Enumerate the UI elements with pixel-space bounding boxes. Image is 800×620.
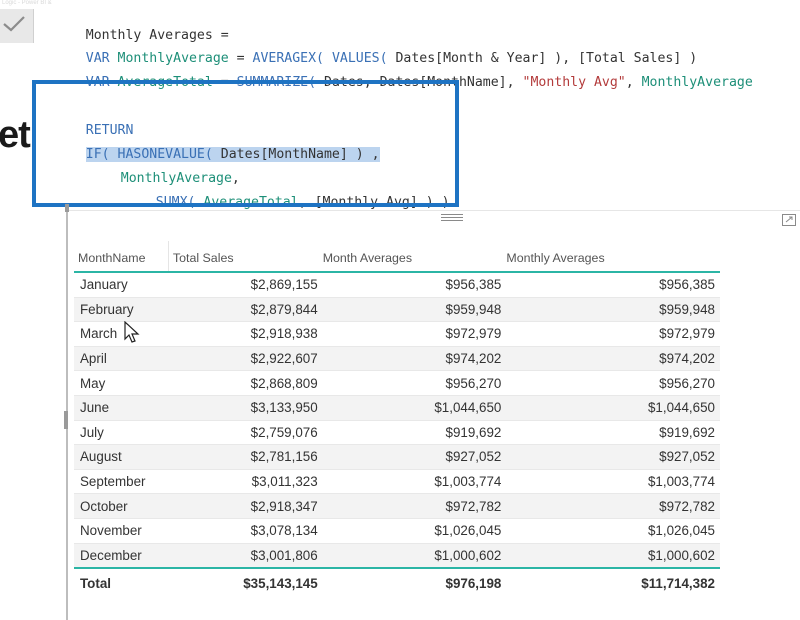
value-cell: $3,001,806	[168, 543, 323, 569]
value-cell: $2,918,347	[168, 493, 323, 519]
drag-grip-icon[interactable]	[441, 214, 463, 222]
value-cell: $1,026,045	[506, 518, 720, 544]
table-row[interactable]: July $2,759,076 $919,692 $919,692	[74, 420, 720, 446]
table-row[interactable]: June $3,133,950 $1,044,650 $1,044,650	[74, 395, 720, 421]
resize-handle[interactable]	[64, 411, 68, 429]
month-cell: May	[74, 370, 169, 396]
total-value-cell: $35,143,145	[168, 567, 323, 598]
value-cell: $2,918,938	[168, 321, 323, 347]
value-cell: $972,979	[506, 321, 720, 347]
value-cell: $1,003,774	[322, 469, 507, 495]
value-cell: $927,052	[322, 444, 507, 470]
column-header-month-averages[interactable]: Month Averages	[322, 241, 507, 273]
column-header-total-sales[interactable]: Total Sales	[168, 241, 323, 273]
table-row[interactable]: November $3,078,134 $1,026,045 $1,026,045	[74, 518, 720, 544]
value-cell: $3,011,323	[168, 469, 323, 495]
table-row[interactable]: March $2,918,938 $972,979 $972,979	[74, 321, 720, 347]
matrix-table: MonthName Total Sales Month Averages Mon…	[74, 241, 720, 598]
value-cell: $959,948	[322, 297, 507, 323]
value-cell: $2,869,155	[168, 272, 323, 298]
month-cell: October	[74, 493, 169, 519]
value-cell: $2,922,607	[168, 346, 323, 372]
value-cell: $919,692	[506, 420, 720, 446]
month-cell: March	[74, 321, 169, 347]
table-row[interactable]: May $2,868,809 $956,270 $956,270	[74, 370, 720, 396]
commit-button[interactable]	[0, 9, 34, 43]
matrix-visual[interactable]: MonthName Total Sales Month Averages Mon…	[64, 204, 800, 620]
value-cell: $974,202	[506, 346, 720, 372]
column-header-monthname[interactable]: MonthName	[74, 241, 169, 273]
table-row[interactable]: August $2,781,156 $927,052 $927,052	[74, 444, 720, 470]
month-cell: November	[74, 518, 169, 544]
value-cell: $2,759,076	[168, 420, 323, 446]
value-cell: $1,000,602	[506, 543, 720, 569]
checkmark-icon	[3, 16, 25, 32]
window-title: Logic - Power BI & DAX	[2, 0, 66, 6]
value-cell: $972,782	[506, 493, 720, 519]
value-cell: $1,044,650	[506, 395, 720, 421]
table-row[interactable]: October $2,918,347 $972,782 $972,782	[74, 493, 720, 519]
month-cell: December	[74, 543, 169, 569]
variable-name: MonthlyAverage	[641, 75, 753, 90]
mouse-cursor-icon	[124, 321, 140, 343]
value-cell: $1,000,602	[322, 543, 507, 569]
month-cell: September	[74, 469, 169, 495]
value-cell: $956,385	[322, 272, 507, 298]
value-cell: $919,692	[322, 420, 507, 446]
value-cell: $974,202	[322, 346, 507, 372]
month-cell: February	[74, 297, 169, 323]
selection-handle[interactable]	[65, 204, 69, 212]
value-cell: $1,003,774	[506, 469, 720, 495]
total-row[interactable]: Total $35,143,145 $976,198 $11,714,382	[74, 567, 720, 598]
value-cell: $972,782	[322, 493, 507, 519]
total-label: Total	[74, 567, 169, 598]
page-heading-partial: et	[0, 114, 31, 156]
value-cell: $956,270	[322, 370, 507, 396]
table-row[interactable]: December $3,001,806 $1,000,602 $1,000,602	[74, 543, 720, 569]
month-cell: August	[74, 444, 169, 470]
value-cell: $2,868,809	[168, 370, 323, 396]
table-row[interactable]: January $2,869,155 $956,385 $956,385	[74, 272, 720, 298]
separator: ,	[625, 75, 642, 90]
value-cell: $956,270	[506, 370, 720, 396]
month-cell: June	[74, 395, 169, 421]
value-cell: $3,078,134	[168, 518, 323, 544]
month-cell: January	[74, 272, 169, 298]
value-cell: $2,781,156	[168, 444, 323, 470]
month-cell: July	[74, 420, 169, 446]
table-row[interactable]: September $3,011,323 $1,003,774 $1,003,774	[74, 469, 720, 495]
value-cell: $972,979	[322, 321, 507, 347]
value-cell: $927,052	[506, 444, 720, 470]
value-cell: $959,948	[506, 297, 720, 323]
header-row: MonthName Total Sales Month Averages Mon…	[74, 241, 720, 273]
table-row[interactable]: April $2,922,607 $974,202 $974,202	[74, 346, 720, 372]
focus-mode-icon[interactable]	[782, 213, 796, 226]
table-row[interactable]: February $2,879,844 $959,948 $959,948	[74, 297, 720, 323]
value-cell: $1,026,045	[322, 518, 507, 544]
value-cell: $956,385	[506, 272, 720, 298]
string-literal: "Monthly Avg"	[522, 75, 626, 90]
total-value-cell: $976,198	[322, 567, 507, 598]
total-value-cell: $11,714,382	[506, 567, 720, 598]
annotation-highlight-box	[32, 80, 459, 207]
column-header-monthly-averages[interactable]: Monthly Averages	[506, 241, 720, 273]
value-cell: $3,133,950	[168, 395, 323, 421]
month-cell: April	[74, 346, 169, 372]
value-cell: $2,879,844	[168, 297, 323, 323]
value-cell: $1,044,650	[322, 395, 507, 421]
